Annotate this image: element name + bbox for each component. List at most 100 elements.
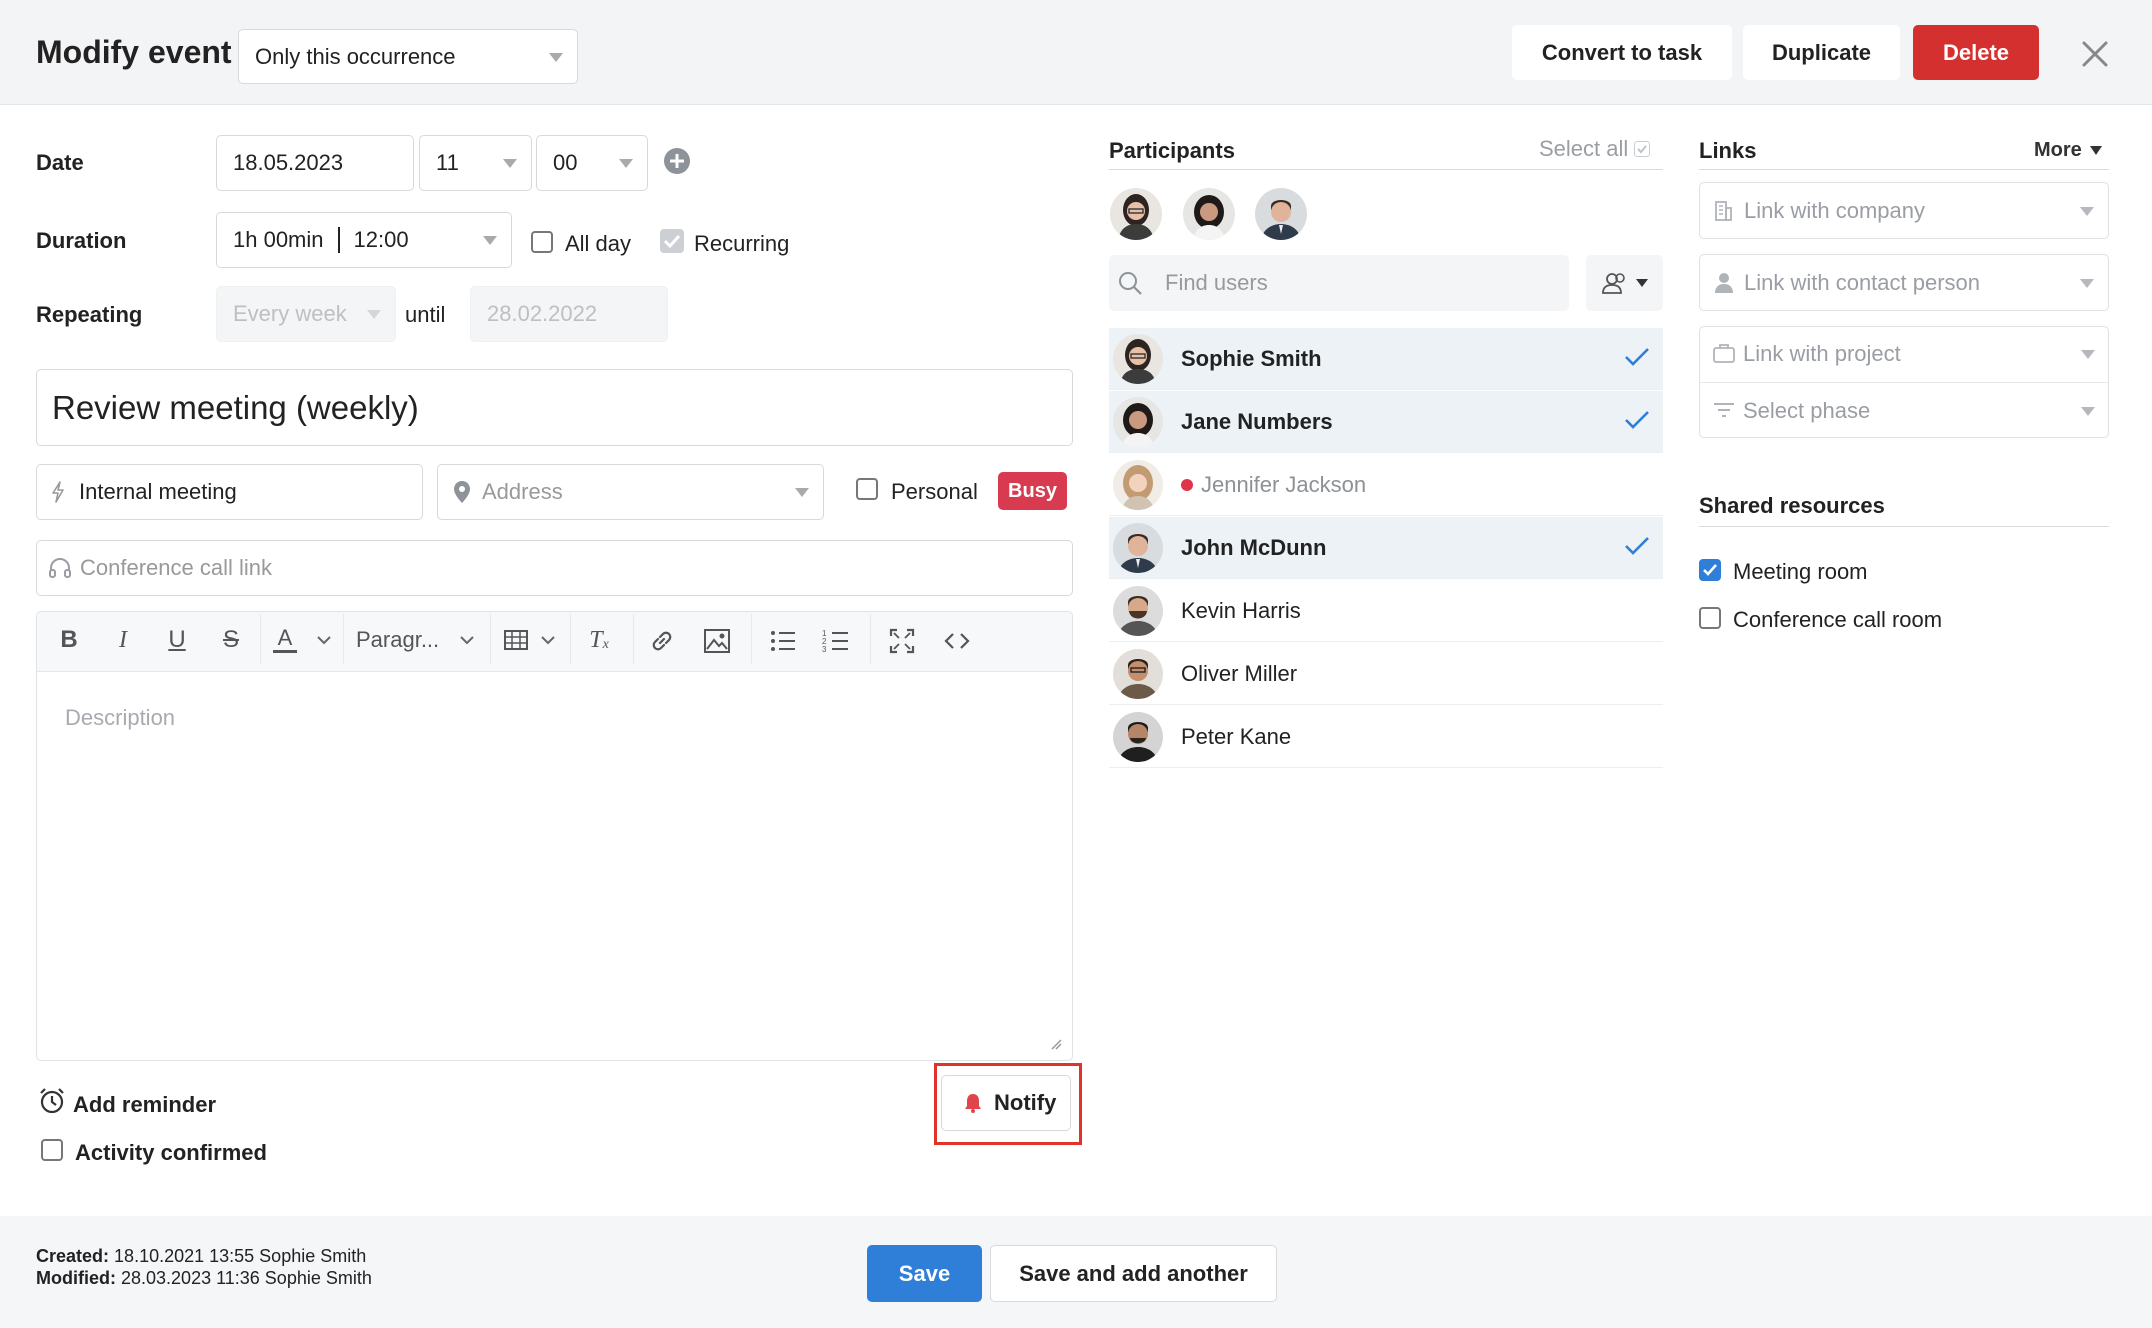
- allday-label: All day: [565, 231, 632, 256]
- chevron-down-icon[interactable]: [540, 634, 556, 646]
- conference-link-input[interactable]: Conference call link: [36, 540, 1073, 596]
- until-label: until: [405, 302, 446, 327]
- convert-to-task-button[interactable]: Convert to task: [1512, 25, 1732, 80]
- toolbar-separator: [751, 614, 752, 664]
- toolbar-separator: [343, 614, 344, 664]
- repeat-frequency-select[interactable]: Every week: [216, 286, 396, 342]
- table-icon[interactable]: [503, 628, 529, 652]
- chevron-down-icon: [483, 236, 497, 245]
- participant-name: Jennifer Jackson: [1201, 471, 1367, 497]
- address-placeholder: Address: [482, 479, 563, 504]
- date-input[interactable]: 18.05.2023: [216, 135, 414, 191]
- conference-room-checkbox[interactable]: [1699, 607, 1721, 629]
- end-time-value: 12:00: [353, 227, 409, 252]
- avatar[interactable]: [1183, 188, 1235, 240]
- avatar[interactable]: [1255, 188, 1307, 240]
- occurrence-scope-value: Only this occurrence: [255, 43, 456, 69]
- link-project-select[interactable]: Link with project: [1699, 326, 2109, 382]
- avatar[interactable]: [1110, 188, 1162, 240]
- dialog-title: Modify event: [36, 34, 232, 70]
- allday-checkbox[interactable]: [531, 231, 553, 253]
- chevron-down-icon: [2081, 406, 2095, 416]
- event-type-select[interactable]: Internal meeting: [36, 464, 423, 520]
- participant-row[interactable]: Oliver Miller: [1109, 643, 1663, 705]
- activity-confirmed-checkbox[interactable]: [41, 1139, 63, 1161]
- status-dot: [1181, 479, 1193, 491]
- delete-button[interactable]: Delete: [1913, 25, 2039, 80]
- event-title-input[interactable]: Review meeting (weekly): [36, 369, 1073, 446]
- minute-select[interactable]: 00: [536, 135, 648, 191]
- link-icon[interactable]: [648, 627, 676, 655]
- hour-select[interactable]: 11: [419, 135, 532, 191]
- chevron-down-icon: [367, 310, 381, 319]
- save-button[interactable]: Save: [867, 1245, 982, 1302]
- bold-icon[interactable]: B: [54, 625, 84, 655]
- toolbar-separator: [490, 614, 491, 664]
- participant-row[interactable]: Jennifer Jackson: [1109, 454, 1663, 516]
- select-phase-placeholder: Select phase: [1743, 397, 1871, 423]
- svg-text:3: 3: [822, 645, 827, 654]
- fullscreen-icon[interactable]: [889, 628, 915, 654]
- underline-icon[interactable]: U: [162, 625, 192, 655]
- created-label: Created:: [36, 1246, 110, 1266]
- link-company-select[interactable]: Link with company: [1699, 182, 2109, 239]
- add-reminder-button[interactable]: Add reminder: [73, 1092, 216, 1118]
- image-icon[interactable]: [703, 627, 731, 655]
- text-color-icon[interactable]: A: [270, 625, 300, 655]
- source-code-icon[interactable]: [943, 630, 971, 652]
- avatar: [1113, 712, 1163, 762]
- person-icon: [1713, 271, 1735, 293]
- chevron-down-icon[interactable]: [459, 634, 475, 646]
- select-all-toggle[interactable]: Select all: [1539, 136, 1651, 162]
- duplicate-button[interactable]: Duplicate: [1743, 25, 1900, 80]
- modified-label: Modified:: [36, 1268, 116, 1288]
- activity-confirmed-label: Activity confirmed: [75, 1140, 267, 1165]
- user-groups-button[interactable]: [1586, 255, 1663, 311]
- find-users-input[interactable]: Find users: [1109, 255, 1569, 311]
- select-all-checkbox: [1634, 141, 1651, 157]
- participant-row[interactable]: Peter Kane: [1109, 706, 1663, 768]
- occurrence-scope-select[interactable]: Only this occurrence: [238, 29, 578, 84]
- add-date-icon[interactable]: [663, 147, 691, 175]
- close-icon[interactable]: [2081, 40, 2109, 68]
- participant-row[interactable]: Jane Numbers: [1109, 391, 1663, 453]
- meeting-room-checkbox[interactable]: [1699, 559, 1721, 581]
- checkmark-icon: [1623, 408, 1651, 432]
- until-date-input[interactable]: 28.02.2022: [470, 286, 668, 342]
- address-select[interactable]: Address: [437, 464, 824, 520]
- notify-button[interactable]: Notify: [941, 1075, 1071, 1131]
- strikethrough-icon[interactable]: S: [216, 625, 246, 655]
- date-label: Date: [36, 150, 84, 175]
- chevron-down-icon: [549, 52, 563, 62]
- clear-format-icon[interactable]: Tx: [584, 625, 614, 655]
- description-input[interactable]: Description: [65, 705, 175, 731]
- toolbar-separator: [870, 614, 871, 664]
- participant-name: John McDunn: [1181, 534, 1327, 560]
- duration-label: Duration: [36, 228, 127, 253]
- personal-checkbox[interactable]: [856, 478, 878, 500]
- created-info: Created: 18.10.2021 13:55 Sophie Smith: [36, 1246, 366, 1267]
- building-icon: [1713, 200, 1733, 222]
- recurring-checkbox[interactable]: [660, 229, 684, 253]
- toolbar-separator: [633, 614, 634, 664]
- save-and-add-another-button[interactable]: Save and add another: [990, 1245, 1277, 1302]
- participant-name: Kevin Harris: [1181, 597, 1301, 623]
- chevron-down-icon[interactable]: [316, 634, 332, 646]
- select-phase-select[interactable]: Select phase: [1699, 383, 2109, 438]
- numbered-list-icon[interactable]: 123: [822, 628, 850, 654]
- paragraph-format-select[interactable]: Paragr...: [356, 625, 466, 655]
- participant-row[interactable]: Sophie Smith: [1109, 328, 1663, 390]
- hour-value: 11: [436, 150, 459, 175]
- bullet-list-icon[interactable]: [769, 628, 797, 654]
- resize-handle-icon[interactable]: [1050, 1038, 1062, 1050]
- participant-row[interactable]: John McDunn: [1109, 517, 1663, 579]
- links-more-button[interactable]: More: [2034, 139, 2102, 162]
- link-contact-select[interactable]: Link with contact person: [1699, 254, 2109, 311]
- participant-row[interactable]: Kevin Harris: [1109, 580, 1663, 642]
- duration-select[interactable]: 1h 00min 12:00: [216, 212, 512, 268]
- modified-info: Modified: 28.03.2023 11:36 Sophie Smith: [36, 1268, 372, 1289]
- created-value: 18.10.2021 13:55 Sophie Smith: [114, 1246, 367, 1266]
- italic-icon[interactable]: I: [108, 625, 138, 655]
- busy-badge[interactable]: Busy: [998, 472, 1067, 510]
- conference-placeholder: Conference call link: [80, 555, 272, 580]
